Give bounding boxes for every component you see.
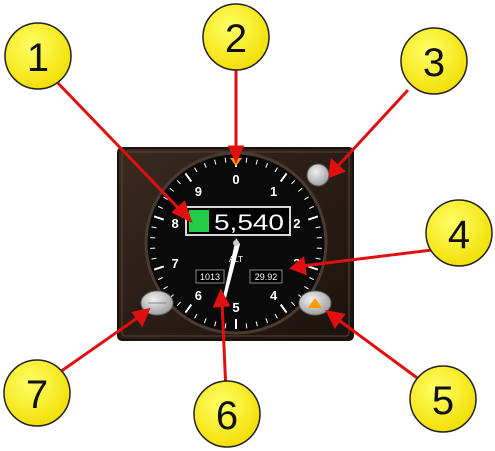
dial-number-4: 4 <box>270 288 278 303</box>
baro-hpa-value: 1013 <box>200 272 220 282</box>
dial-number-8: 8 <box>172 216 179 231</box>
minor-tick <box>245 323 248 329</box>
minor-tick <box>224 157 227 163</box>
dial-number-0: 0 <box>232 172 239 187</box>
dial-number-2: 2 <box>293 216 300 231</box>
pointer-hub <box>233 240 239 246</box>
green-indicator <box>189 210 209 232</box>
altitude-readout: 5,540 <box>214 210 284 235</box>
minor-tick <box>224 323 227 329</box>
callout-5: 5 <box>409 365 477 433</box>
dial-number-6: 6 <box>195 288 202 303</box>
minor-tick <box>245 157 248 163</box>
callout-number: 5 <box>432 379 454 423</box>
callout-3: 3 <box>400 27 468 95</box>
callout-1: 1 <box>4 22 72 90</box>
altimeter-diagram: 0123456789 5,540 ALT 1013 29.92 <box>3 3 493 448</box>
dial-number-9: 9 <box>195 184 202 199</box>
callout-4: 4 <box>425 199 493 267</box>
dial-number-5: 5 <box>232 300 239 315</box>
dimmer-knob[interactable] <box>306 163 330 187</box>
callout-6: 6 <box>193 380 261 448</box>
callout-2: 2 <box>202 3 270 71</box>
arrow-7 <box>59 314 141 374</box>
arrow-3 <box>334 88 410 170</box>
callout-number: 2 <box>225 17 247 61</box>
callout-7: 7 <box>3 359 71 427</box>
altimeter-instrument: 0123456789 5,540 ALT 1013 29.92 <box>117 147 354 341</box>
callout-number: 4 <box>448 213 470 257</box>
dial-number-7: 7 <box>172 256 179 271</box>
callout-number: 7 <box>26 373 48 417</box>
callout-number: 3 <box>423 41 445 85</box>
arrow-5 <box>335 316 421 382</box>
dial-number-1: 1 <box>270 184 277 199</box>
baro-inhg-value: 29.92 <box>255 272 278 282</box>
callout-number: 1 <box>27 36 49 80</box>
callout-number: 6 <box>216 394 238 438</box>
